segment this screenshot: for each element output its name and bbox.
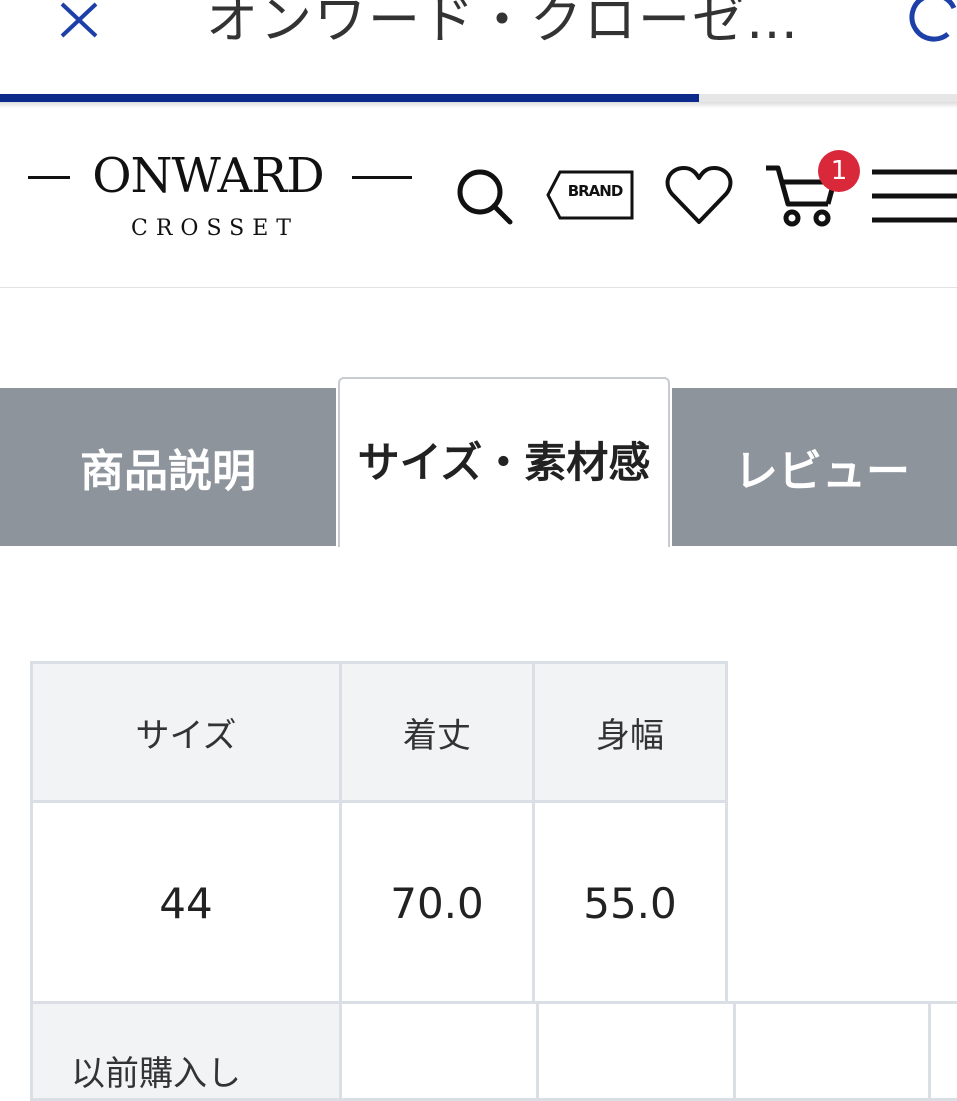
header-cell-length: 着丈 (339, 661, 535, 803)
search-icon[interactable] (452, 164, 516, 228)
browser-page-title: オンワード・クローゼ… (206, 0, 801, 51)
progress-fill (0, 94, 699, 102)
menu-icon[interactable] (870, 166, 957, 226)
page-load-progress (0, 94, 957, 102)
share-icon[interactable] (908, 0, 957, 42)
logo-main-text: ONWARD (92, 148, 325, 204)
cell-width-value: 55.0 (532, 800, 728, 1006)
brand-label: BRAND (567, 182, 624, 200)
tab-size-material[interactable]: サイズ・素材感 (338, 377, 670, 547)
header-cell-size: サイズ (30, 661, 342, 803)
logo-sub-text: CROSSET (131, 216, 299, 241)
header-cell-width: 身幅 (532, 661, 728, 803)
size-table: サイズ 着丈 身幅 44 70.0 55.0 (30, 661, 728, 1006)
tab-reviews[interactable]: レビュー (672, 388, 957, 546)
heart-icon[interactable] (664, 164, 734, 228)
cell-size-value: 44 (30, 800, 342, 1006)
row-label-previous-purchase: 以前購入し (71, 1054, 241, 1094)
table-header-row: サイズ 着丈 身幅 (30, 661, 728, 803)
close-icon[interactable] (58, 0, 102, 40)
tab-product-description[interactable]: 商品説明 (0, 388, 336, 546)
cell-length-value: 70.0 (339, 800, 535, 1006)
browser-toolbar: オンワード・クローゼ… (0, 0, 957, 94)
table-row: 44 70.0 55.0 (30, 800, 728, 1006)
cart-count-badge: 1 (818, 150, 860, 192)
site-logo[interactable]: ONWARD CROSSET (28, 148, 412, 248)
